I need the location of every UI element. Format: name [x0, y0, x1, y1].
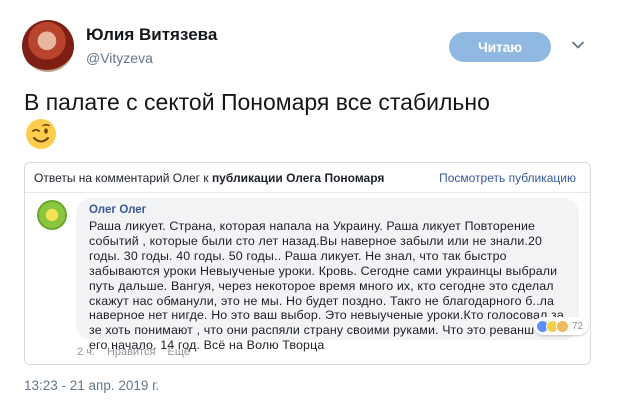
comment-time[interactable]: 2 ч. [77, 346, 95, 358]
angry-reaction-icon [556, 319, 569, 333]
card-header-title: Ответы на комментарий Олег к публикации … [34, 171, 384, 185]
embedded-screenshot-card: Ответы на комментарий Олег к публикации … [24, 162, 591, 365]
view-publication-link[interactable]: Посмотреть публикацию [439, 171, 576, 185]
comment-text: Раша ликует. Страна, которая напала на У… [89, 219, 564, 353]
author-name[interactable]: Юлия Витязева [86, 25, 217, 45]
avatar[interactable] [22, 20, 74, 72]
reactions-badge[interactable]: 72 [534, 317, 589, 335]
card-header: Ответы на комментарий Олег к публикации … [25, 163, 590, 193]
tweet-text: В палате с сектой Пономаря все стабильно [24, 89, 490, 115]
comment-author[interactable]: Олег Олег [89, 204, 146, 216]
header-publication-link[interactable]: публикации Олега Пономаря [212, 171, 384, 185]
reaction-count: 72 [572, 320, 584, 332]
chevron-down-icon[interactable] [571, 38, 585, 52]
comment-actions: 2 ч. Нравится Ещё [77, 346, 190, 358]
follow-button[interactable]: Читаю [449, 32, 551, 62]
comment-bubble: Олег Олег Раша ликует. Страна, которая н… [76, 198, 579, 352]
commenter-avatar[interactable] [37, 200, 67, 230]
header-prefix: Ответы на комментарий Олег к [34, 171, 209, 185]
like-link[interactable]: Нравится [107, 346, 156, 358]
tweet-timestamp[interactable]: 13:23 - 21 апр. 2019 г. [24, 378, 159, 393]
winking-face-icon [26, 119, 56, 149]
more-link[interactable]: Ещё [168, 346, 191, 358]
author-handle[interactable]: @Vityzeva [86, 50, 153, 66]
